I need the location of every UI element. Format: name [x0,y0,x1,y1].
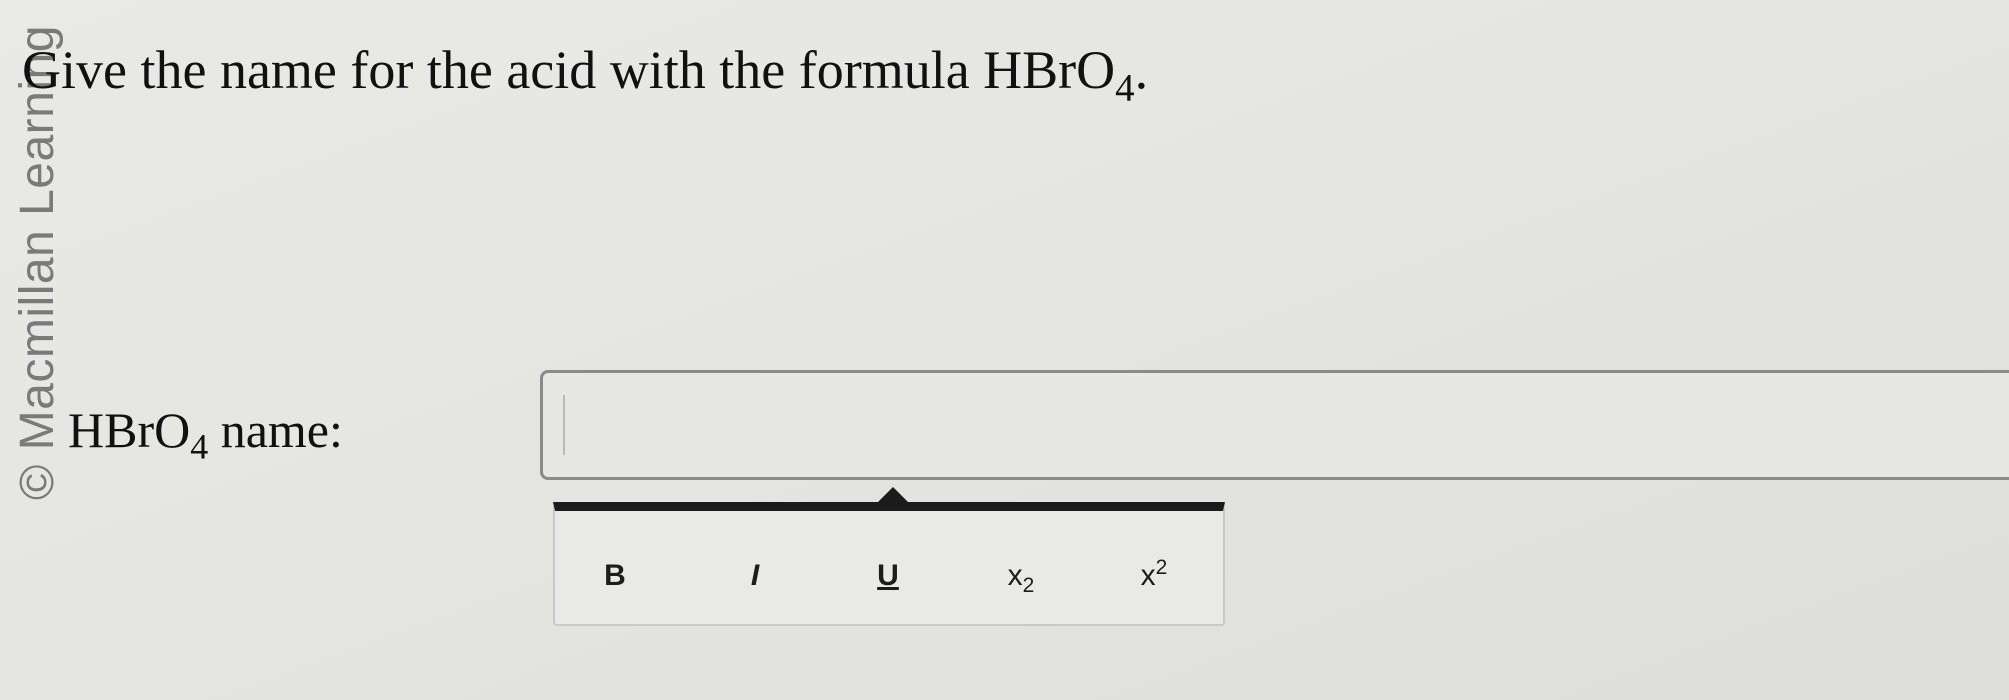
question-end-punct: . [1134,40,1149,100]
toolbar-pointer [877,487,909,503]
subscript-mark: 2 [1022,574,1035,597]
subscript-icon: x2 [1007,559,1035,596]
underline-icon: U [877,559,899,592]
formula-subscript: 4 [1115,66,1135,110]
underline-button[interactable]: U [848,551,928,601]
superscript-button[interactable]: x2 [1114,551,1194,601]
formatting-toolbar: B I U x2 x2 [553,487,1225,626]
question-text: Give the name for the acid with the form… [22,40,1116,100]
superscript-mark: 2 [1155,556,1168,579]
italic-icon: I [750,559,760,592]
answer-label-suffix: name: [208,402,343,458]
bold-button[interactable]: B [575,551,655,601]
answer-label-formula: HBrO [68,402,191,458]
answer-field-container[interactable] [540,370,2009,480]
question-prompt: Give the name for the acid with the form… [22,38,1149,107]
answer-label-subscript: 4 [190,426,209,467]
bold-icon: B [604,559,626,592]
answer-label: HBrO4 name: [68,400,343,465]
italic-button[interactable]: I [715,551,795,601]
subscript-button[interactable]: x2 [981,551,1061,601]
subscript-base: x [1007,559,1023,592]
superscript-icon: x2 [1140,556,1168,592]
superscript-base: x [1140,559,1156,592]
answer-input[interactable] [543,373,2009,477]
